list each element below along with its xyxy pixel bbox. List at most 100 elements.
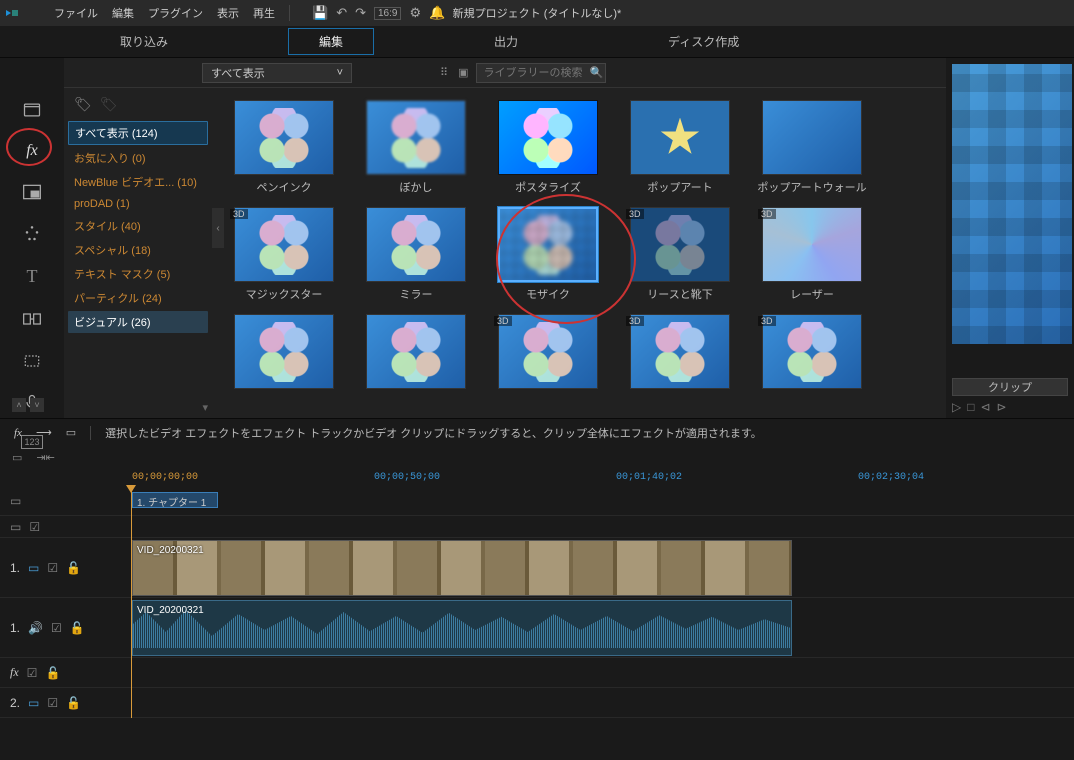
- video-track-icon[interactable]: ▭: [28, 696, 39, 710]
- mode-output[interactable]: 出力: [464, 29, 548, 54]
- menu-play[interactable]: 再生: [253, 5, 275, 21]
- effect-popart[interactable]: ポップアート: [624, 100, 736, 195]
- effect-magicstar[interactable]: 3Dマジックスター: [228, 207, 340, 302]
- fx-room-icon[interactable]: fx: [21, 142, 43, 160]
- effect-posterize[interactable]: ポスタライズ: [492, 100, 604, 195]
- aspect-ratio-dropdown[interactable]: 16:9: [374, 7, 401, 20]
- chapter-marker[interactable]: 1. チャプター 1: [132, 492, 218, 508]
- app-logo-icon: [4, 4, 40, 22]
- clip-mode-button[interactable]: クリップ: [952, 378, 1068, 396]
- play-icon[interactable]: ▷: [952, 400, 961, 414]
- effect-laser[interactable]: 3Dレーザー: [756, 207, 868, 302]
- track-visible-icon[interactable]: ☑: [27, 666, 38, 680]
- effect-row3-4[interactable]: 3D: [756, 314, 868, 389]
- mode-edit[interactable]: 編集: [288, 28, 374, 55]
- settings-icon[interactable]: ⚙: [409, 5, 421, 21]
- mode-import[interactable]: 取り込み: [90, 29, 198, 54]
- tl-tool-1[interactable]: ▭: [12, 451, 22, 464]
- main-menu: ファイル 編集 プラグイン 表示 再生: [54, 5, 275, 21]
- track-fx: fx☑🔓: [0, 658, 1074, 688]
- cat-style[interactable]: スタイル (40): [68, 215, 208, 237]
- effect-row3-2[interactable]: 3D: [492, 314, 604, 389]
- cat-newblue[interactable]: NewBlue ビデオエ... (10): [68, 171, 208, 193]
- preview-panel: クリップ ▷ □ ⊲ ⊳: [946, 58, 1074, 418]
- video-track-icon[interactable]: ▭: [28, 561, 39, 575]
- track-video-2: 2.▭☑🔓: [0, 688, 1074, 718]
- cat-special[interactable]: スペシャル (18): [68, 239, 208, 261]
- collapse-sidebar-button[interactable]: ‹: [212, 208, 224, 248]
- effect-row3-1[interactable]: [360, 314, 472, 389]
- menu-view[interactable]: 表示: [217, 5, 239, 21]
- media-room-icon[interactable]: [21, 100, 43, 120]
- timeline-ruler[interactable]: 00;00;00;00 00;00;50;00 00;01;40;02 00;0…: [0, 468, 1074, 486]
- library-panel: すべて表示˅ ⠿ ▣ 🔍 🏷 🏷 すべて表示 (124) お気に入り (0) Ne…: [64, 58, 946, 418]
- preview-canvas: [952, 64, 1072, 344]
- effect-row3-3[interactable]: 3D: [624, 314, 736, 389]
- chevron-down-icon: ˅: [337, 67, 343, 79]
- track-lock-icon[interactable]: 🔓: [70, 621, 85, 635]
- cat-all[interactable]: すべて表示 (124): [68, 121, 208, 145]
- tag-add-icon[interactable]: 🏷: [100, 96, 118, 113]
- detail-view-icon[interactable]: ▣: [458, 66, 468, 79]
- cat-visual[interactable]: ビジュアル (26): [68, 311, 208, 333]
- mode-bar: 取り込み 編集 出力 ディスク作成: [0, 26, 1074, 58]
- chapter-room-icon[interactable]: 123: [21, 435, 43, 449]
- title-room-icon[interactable]: T: [21, 266, 43, 287]
- save-icon[interactable]: 💾: [312, 5, 328, 21]
- effect-penink[interactable]: ペンインク: [228, 100, 340, 195]
- track-audio-1: 1.🔊☑🔓 VID_20200321: [0, 598, 1074, 658]
- track-visible-icon[interactable]: ☑: [51, 621, 62, 635]
- marker-icon[interactable]: ▭: [10, 520, 21, 534]
- mode-disc[interactable]: ディスク作成: [638, 29, 769, 54]
- catlist-menu-icon[interactable]: ▾: [202, 401, 208, 414]
- cat-particle[interactable]: パーティクル (24): [68, 287, 208, 309]
- next-frame-icon[interactable]: ⊳: [997, 400, 1007, 414]
- timeline: ▭ ⇥⇤ 00;00;00;00 00;00;50;00 00;01;40;02…: [0, 446, 1074, 718]
- sidebar-collapse-up[interactable]: ˄: [12, 398, 26, 412]
- notification-icon[interactable]: 🔔: [429, 5, 445, 21]
- chapter-icon[interactable]: ▭: [10, 494, 21, 508]
- tag-icon[interactable]: 🏷: [74, 96, 92, 113]
- cat-prodad[interactable]: proDAD (1): [68, 195, 208, 213]
- track-visible-icon[interactable]: ☑: [47, 696, 58, 710]
- transition-room-icon[interactable]: [21, 309, 43, 329]
- track-lock-icon[interactable]: 🔓: [66, 696, 81, 710]
- cat-fav[interactable]: お気に入り (0): [68, 147, 208, 169]
- redo-icon[interactable]: ↷: [355, 5, 366, 21]
- effect-mosaic[interactable]: モザイク: [492, 207, 604, 302]
- prev-frame-icon[interactable]: ⊲: [980, 400, 990, 414]
- effect-popartwall[interactable]: ポップアートウォール: [756, 100, 868, 195]
- search-input[interactable]: [483, 67, 583, 79]
- audio-room-icon[interactable]: [21, 351, 43, 371]
- particle-room-icon[interactable]: [21, 224, 43, 244]
- effect-wreath[interactable]: 3Dリースと靴下: [624, 207, 736, 302]
- track-visible-icon[interactable]: ☑: [47, 561, 58, 575]
- library-search[interactable]: 🔍: [476, 63, 606, 83]
- cat-textmask[interactable]: テキスト マスク (5): [68, 263, 208, 285]
- effect-row3-0[interactable]: [228, 314, 340, 389]
- sidebar-collapse-down[interactable]: ˅: [30, 398, 44, 412]
- effect-grid: ペンインク ぼかし ポスタライズ ポップアート ポップアートウォール 3Dマジッ…: [212, 88, 946, 401]
- video-clip[interactable]: VID_20200321: [132, 540, 792, 596]
- hint-text: 選択したビデオ エフェクトをエフェクト トラックかビデオ クリップにドラッグする…: [105, 425, 762, 441]
- grid-view-icon[interactable]: ⠿: [440, 66, 448, 79]
- menu-file[interactable]: ファイル: [54, 5, 98, 21]
- track-video-1: 1.▭☑🔓 VID_20200321: [0, 538, 1074, 598]
- effect-mirror[interactable]: ミラー: [360, 207, 472, 302]
- stop-icon[interactable]: □: [967, 400, 974, 414]
- search-icon[interactable]: 🔍: [589, 66, 603, 79]
- playhead[interactable]: [131, 486, 132, 718]
- audio-clip[interactable]: VID_20200321: [132, 600, 792, 656]
- effect-blur[interactable]: ぼかし: [360, 100, 472, 195]
- tc-1: 00;00;50;00: [374, 472, 440, 483]
- tl-tool-2[interactable]: ⇥⇤: [36, 451, 54, 464]
- track-lock-icon[interactable]: 🔓: [45, 666, 60, 680]
- undo-icon[interactable]: ↶: [336, 5, 347, 21]
- pip-room-icon[interactable]: [21, 182, 43, 202]
- audio-track-icon[interactable]: 🔊: [28, 621, 43, 635]
- menu-edit[interactable]: 編集: [112, 5, 134, 21]
- category-dropdown[interactable]: すべて表示˅: [202, 63, 352, 83]
- track-visible-icon[interactable]: ☑: [29, 520, 40, 534]
- menu-plugin[interactable]: プラグイン: [148, 5, 203, 21]
- track-lock-icon[interactable]: 🔓: [66, 561, 81, 575]
